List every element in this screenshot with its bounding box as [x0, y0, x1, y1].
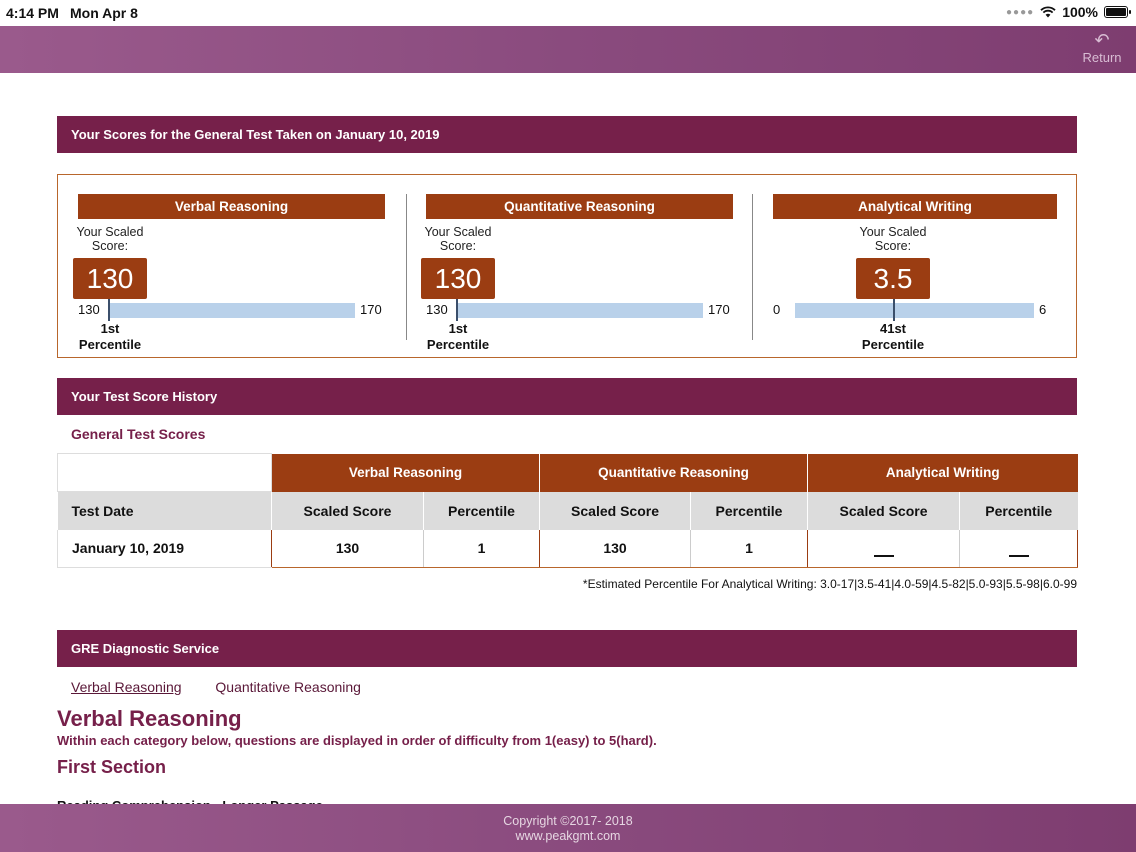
- score-scale-bar: [795, 303, 1034, 318]
- empty-dash: [873, 555, 894, 558]
- return-button[interactable]: ↶ Return: [1080, 30, 1124, 65]
- table-corner-cell: [57, 453, 272, 492]
- scaled-score-value: 130: [421, 258, 495, 299]
- header-test-date: Test Date: [57, 491, 272, 530]
- header-percentile: Percentile: [959, 491, 1078, 530]
- scaled-score-label: Your Scaled Score:: [424, 225, 492, 253]
- percentile-label: 1st Percentile: [65, 321, 155, 353]
- writing-percentile-footnote: *Estimated Percentile For Analytical Wri…: [582, 577, 1077, 591]
- battery-icon: [1104, 6, 1131, 18]
- signal-icon: ●●●●: [1006, 6, 1035, 18]
- return-label: Return: [1082, 50, 1122, 65]
- percentile-word: Percentile: [861, 337, 925, 352]
- table-group-quant: Quantitative Reasoning: [539, 453, 808, 492]
- scores-box: Verbal Reasoning Your Scaled Score: 130 …: [57, 174, 1077, 358]
- scaled-score-label: Your Scaled Score:: [859, 225, 927, 253]
- wifi-icon: [1040, 6, 1056, 18]
- diagnostic-description: Within each category below, questions ar…: [57, 733, 657, 748]
- percentile-value: 41st: [879, 321, 907, 336]
- percentile-label: 41st Percentile: [848, 321, 938, 353]
- battery-percent: 100%: [1062, 4, 1098, 20]
- footer: Copyright ©2017- 2018 www.peakgmt.com: [0, 804, 1136, 852]
- row-vr-percentile: 1: [422, 529, 540, 568]
- score-marker: [108, 299, 110, 321]
- footer-copyright: Copyright ©2017- 2018: [503, 814, 633, 828]
- header-percentile: Percentile: [422, 491, 540, 530]
- header-percentile: Percentile: [690, 491, 808, 530]
- empty-dash: [1008, 555, 1029, 558]
- row-qr-scaled: 130: [539, 529, 691, 568]
- row-qr-percentile: 1: [690, 529, 808, 568]
- percentile-value: 1st: [448, 321, 468, 336]
- score-card-title: Verbal Reasoning: [78, 194, 385, 219]
- table-group-header-row: Verbal Reasoning Quantitative Reasoning …: [57, 453, 1078, 492]
- scale-min: 130: [78, 302, 100, 317]
- status-indicators: ●●●● 100%: [1006, 4, 1131, 20]
- nav-bar: ↶ Return: [0, 26, 1136, 73]
- table-header-row: Test Date Scaled Score Percentile Scaled…: [57, 491, 1078, 530]
- score-scale-bar: [456, 303, 703, 318]
- scale-max: 6: [1039, 302, 1047, 317]
- history-section-title: Your Test Score History: [57, 378, 1077, 415]
- row-vr-scaled: 130: [271, 529, 424, 568]
- score-marker: [456, 299, 458, 321]
- table-group-writing: Analytical Writing: [807, 453, 1078, 492]
- row-aw-scaled: [807, 529, 960, 568]
- header-scaled-score: Scaled Score: [539, 491, 691, 530]
- status-date: Mon Apr 8: [70, 5, 138, 21]
- table-group-verbal: Verbal Reasoning: [270, 453, 540, 492]
- scale-min: 130: [426, 302, 448, 317]
- diagnostic-heading: Verbal Reasoning: [57, 706, 242, 731]
- score-marker: [893, 299, 895, 321]
- score-history-table: Verbal Reasoning Quantitative Reasoning …: [57, 453, 1079, 568]
- scaled-score-label: Your Scaled Score:: [76, 225, 144, 253]
- scores-section-title: Your Scores for the General Test Taken o…: [57, 116, 1077, 153]
- percentile-label: 1st Percentile: [413, 321, 503, 353]
- percentile-word: Percentile: [426, 337, 490, 352]
- scale-max: 170: [708, 302, 730, 317]
- return-arrow-icon: ↶: [1094, 30, 1110, 50]
- score-card-writing: Analytical Writing Your Scaled Score: 3.…: [753, 175, 1078, 357]
- tab-verbal-reasoning[interactable]: Verbal Reasoning: [71, 679, 182, 695]
- header-scaled-score: Scaled Score: [807, 491, 960, 530]
- row-test-date: January 10, 2019: [57, 529, 272, 568]
- scale-min: 0: [773, 302, 781, 317]
- score-card-quant: Quantitative Reasoning Your Scaled Score…: [406, 175, 751, 357]
- diagnostic-section-title: GRE Diagnostic Service: [57, 630, 1077, 667]
- status-bar: 4:14 PM Mon Apr 8 ●●●● 100%: [0, 0, 1136, 26]
- score-card-title: Analytical Writing: [773, 194, 1057, 219]
- status-time: 4:14 PM: [6, 5, 59, 21]
- main-content: Your Scores for the General Test Taken o…: [57, 116, 1079, 813]
- score-card-verbal: Verbal Reasoning Your Scaled Score: 130 …: [58, 175, 403, 357]
- section-heading: First Section: [57, 757, 167, 777]
- table-row: January 10, 2019 130 1 130 1: [57, 529, 1079, 568]
- row-aw-percentile: [959, 529, 1079, 568]
- tab-quantitative-reasoning[interactable]: Quantitative Reasoning: [215, 679, 361, 695]
- score-card-title: Quantitative Reasoning: [426, 194, 733, 219]
- footer-url[interactable]: www.peakgmt.com: [0, 829, 1136, 844]
- scaled-score-value: 3.5: [856, 258, 930, 299]
- history-subtitle: General Test Scores: [71, 426, 206, 442]
- diagnostic-tabs: Verbal Reasoning Quantitative Reasoning: [71, 679, 1077, 699]
- scaled-score-value: 130: [73, 258, 147, 299]
- score-scale-bar: [108, 303, 355, 318]
- percentile-value: 1st: [100, 321, 120, 336]
- header-scaled-score: Scaled Score: [271, 491, 424, 530]
- percentile-word: Percentile: [78, 337, 142, 352]
- scale-max: 170: [360, 302, 382, 317]
